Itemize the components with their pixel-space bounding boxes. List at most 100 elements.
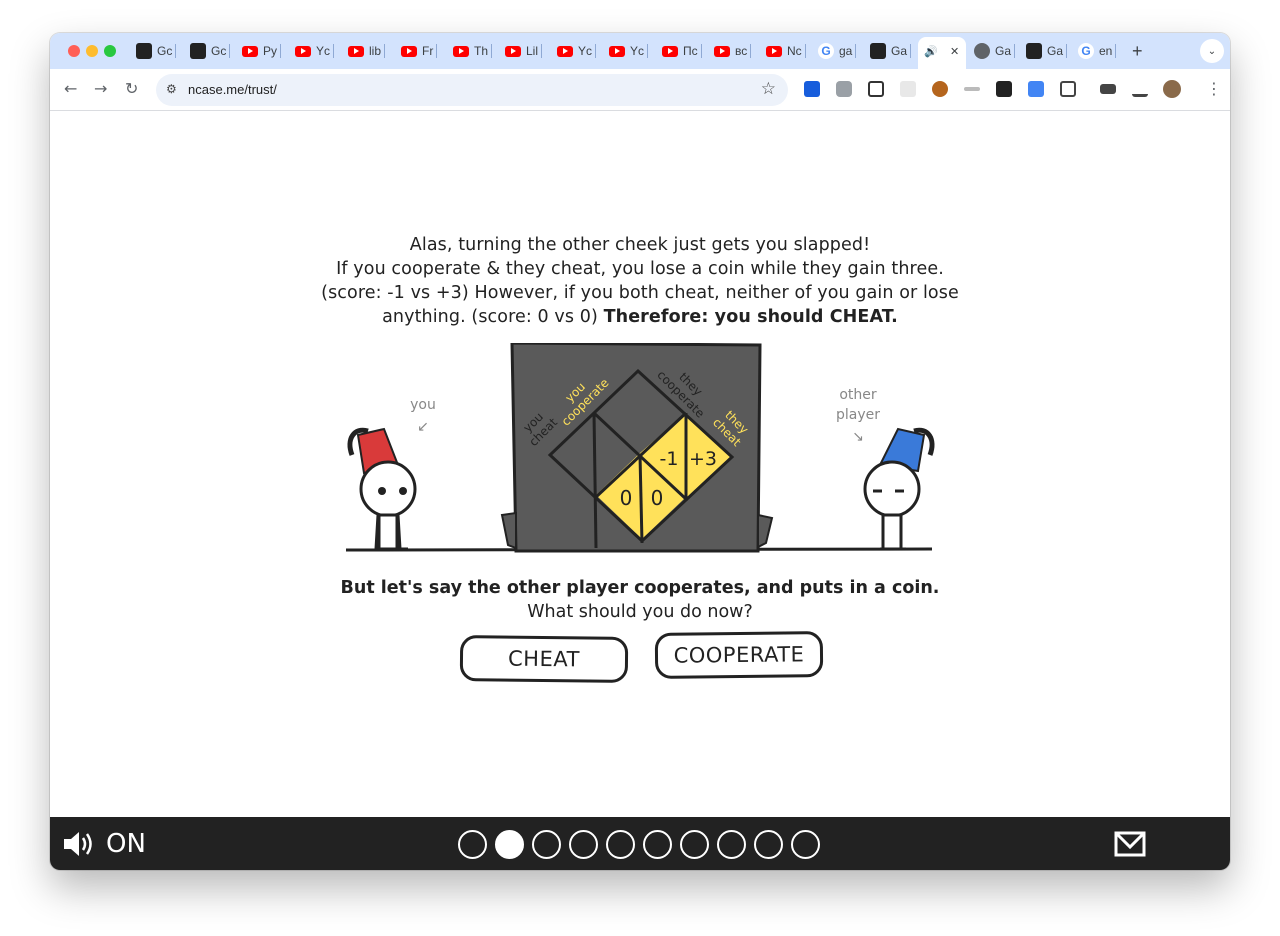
you-arrow: ↙	[417, 419, 429, 435]
browser-tab[interactable]: Ga	[870, 39, 912, 63]
chapter-dot-8[interactable]	[717, 830, 746, 859]
tab-title: Ga	[995, 44, 1012, 58]
extensions-puzzle-icon[interactable]	[1060, 81, 1076, 97]
browser-tab[interactable]: Gga	[818, 39, 857, 63]
tab-title: вс	[735, 44, 748, 58]
media-control-icon[interactable]	[1100, 84, 1116, 94]
browser-menu-icon[interactable]: ⋮	[1206, 79, 1222, 98]
close-tab-icon[interactable]: ✕	[950, 45, 959, 58]
chapter-dot-6[interactable]	[643, 830, 672, 859]
translate-icon	[1026, 43, 1042, 59]
browser-tab[interactable]: Gc	[190, 39, 231, 63]
tab-title: Gc	[157, 44, 173, 58]
chapter-dot-5[interactable]	[606, 830, 635, 859]
new-tab-button[interactable]: +	[1132, 41, 1143, 62]
question-line: What should you do now?	[527, 602, 753, 622]
hat-icon[interactable]	[964, 87, 980, 91]
tab-separator	[541, 44, 543, 58]
tab-separator	[229, 44, 231, 58]
bitwarden-icon[interactable]	[804, 81, 820, 97]
google-icon: G	[818, 43, 834, 59]
youtube-icon	[557, 45, 573, 57]
sound-toggle[interactable]: ON	[62, 829, 146, 859]
cooperate-button[interactable]: COOPERATE	[654, 631, 824, 679]
other-label-1: other	[839, 387, 877, 403]
download-icon[interactable]	[1132, 81, 1148, 97]
tab-separator	[333, 44, 335, 58]
browser-tab[interactable]: Ga	[974, 39, 1016, 63]
chapter-dot-1[interactable]	[458, 830, 487, 859]
speaker-icon	[64, 832, 92, 856]
browser-tab[interactable]: Yc	[295, 39, 335, 63]
browser-tab[interactable]: Yc	[609, 39, 649, 63]
tab-title: Ga	[891, 44, 908, 58]
tampermonkey-icon[interactable]	[996, 81, 1012, 97]
back-icon[interactable]: ←	[64, 79, 77, 98]
tab-title: Yc	[316, 44, 331, 58]
tab-title: Пс	[683, 44, 698, 58]
code-icon	[190, 43, 206, 59]
browser-tab[interactable]: Py	[242, 39, 282, 63]
browser-toolbar: ← → ↻ ⚙ ncase.me/trust/ ☆ ⋮	[50, 69, 1230, 111]
paragraph-line: If you cooperate & they cheat, you lose …	[336, 259, 944, 279]
reload-icon[interactable]: ↻	[125, 79, 138, 98]
other-body	[881, 513, 903, 551]
browser-tab[interactable]: Lil	[505, 39, 543, 63]
site-info-icon[interactable]: ⚙	[166, 82, 177, 96]
game-illustration: 0 0 -1 +3 you cooperate you cheat they c…	[345, 343, 935, 553]
question-text: But let's say the other player cooperate…	[290, 576, 990, 624]
tab-title: Yc	[578, 44, 593, 58]
profile-avatar[interactable]	[1163, 80, 1181, 98]
chapter-dot-9[interactable]	[754, 830, 783, 859]
tab-separator	[436, 44, 438, 58]
maximize-window-button[interactable]	[104, 45, 116, 57]
browser-tab[interactable]: вс	[714, 39, 752, 63]
globe-icon	[974, 43, 990, 59]
browser-tab[interactable]: Th	[453, 39, 493, 63]
cheat-button[interactable]: CHEAT	[459, 635, 629, 683]
close-window-button[interactable]	[68, 45, 80, 57]
browser-tab[interactable]: Nc	[766, 39, 806, 63]
tab-separator	[750, 44, 752, 58]
browser-tab[interactable]: Gen	[1078, 39, 1117, 63]
page-content: Alas, turning the other cheek just gets …	[50, 111, 1230, 817]
you-label: you	[410, 397, 436, 413]
bookmark-star-icon[interactable]: ☆	[761, 79, 776, 99]
chapter-dot-2[interactable]	[495, 830, 524, 859]
browser-tab[interactable]: Gc	[136, 39, 177, 63]
tab-search-icon[interactable]: ⌄	[1200, 39, 1224, 63]
browser-tab[interactable]: Ga	[1026, 39, 1068, 63]
paragraph-line: anything. (score: 0 vs 0)	[382, 307, 598, 327]
extension-grey-icon[interactable]	[900, 81, 916, 97]
browser-tab[interactable]: lib	[348, 39, 386, 63]
chapter-dot-3[interactable]	[532, 830, 561, 859]
chapter-dot-10[interactable]	[791, 830, 820, 859]
camera-icon[interactable]	[836, 81, 852, 97]
picture-in-picture-icon[interactable]	[868, 81, 884, 97]
youtube-icon	[453, 45, 469, 57]
chapter-dot-4[interactable]	[569, 830, 598, 859]
score-you-cheat-cheat: 0	[620, 486, 633, 510]
youtube-icon	[609, 45, 625, 57]
other-arrow: ↘	[852, 429, 864, 445]
cookie-icon[interactable]	[932, 81, 948, 97]
tab-title: Py	[263, 44, 278, 58]
url-text[interactable]: ncase.me/trust/	[188, 82, 277, 97]
other-head	[863, 460, 921, 518]
browser-tab[interactable]: Пс	[662, 39, 702, 63]
youtube-icon	[401, 45, 417, 57]
google-translate-icon[interactable]	[1028, 81, 1044, 97]
chapter-dot-7[interactable]	[680, 830, 709, 859]
tab-separator	[804, 44, 806, 58]
minimize-window-button[interactable]	[86, 45, 98, 57]
browser-tab[interactable]: Yc	[557, 39, 597, 63]
tab-separator	[1115, 44, 1117, 58]
browser-tab[interactable]: 🔊 ✕	[923, 39, 959, 63]
youtube-icon	[766, 45, 782, 57]
address-bar[interactable]: ⚙ ncase.me/trust/ ☆	[156, 74, 788, 106]
mail-icon[interactable]	[1114, 831, 1146, 857]
forward-icon[interactable]: →	[94, 79, 107, 98]
you-character	[347, 427, 417, 551]
browser-tab[interactable]: Fr	[401, 39, 438, 63]
tab-title: en	[1099, 44, 1113, 58]
